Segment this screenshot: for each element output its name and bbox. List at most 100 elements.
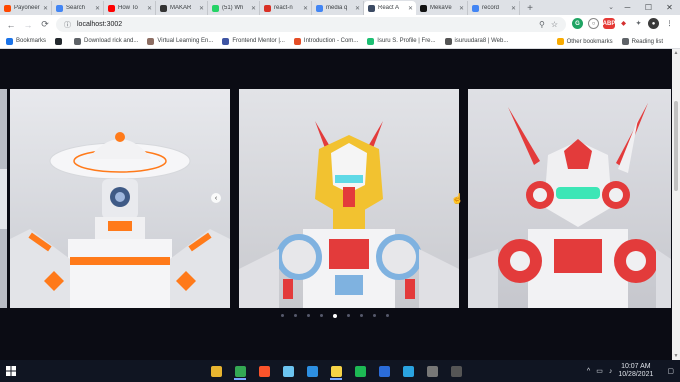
carousel-dot[interactable]	[333, 313, 337, 318]
tab-close-icon[interactable]: ✕	[303, 5, 308, 12]
carousel-dot[interactable]	[307, 314, 310, 317]
carousel-pagination	[281, 313, 399, 318]
tab-favicon-icon	[212, 4, 219, 12]
slide-robot-red-gundam[interactable]	[468, 89, 671, 308]
tab-label: media q	[326, 5, 348, 11]
tab-label: (51) Wh	[222, 5, 244, 11]
close-window-button[interactable]: ✕	[659, 0, 680, 15]
forward-button[interactable]: →	[21, 18, 35, 32]
browser-tab[interactable]: media q ✕	[312, 1, 364, 15]
address-bar[interactable]: ⓘ localhost:3002 ⚲ ☆	[56, 17, 566, 32]
bookmark-item[interactable]: Frontend Mentor |...	[222, 37, 285, 45]
browser-tab[interactable]: Search ✕	[52, 1, 104, 15]
spotify-icon	[354, 365, 366, 377]
bookmark-item[interactable]: Virtual Learning En...	[147, 37, 214, 45]
bookmark-item[interactable]: Bookmarks	[6, 37, 46, 45]
scroll-up-icon[interactable]: ▲	[672, 50, 680, 56]
bookmark-star-icon[interactable]: ☆	[551, 20, 558, 29]
carousel-dot[interactable]	[373, 314, 376, 317]
bookmark-extension-icon[interactable]: ◆	[618, 18, 629, 29]
robot-red-gundam-image	[468, 89, 671, 308]
carousel-prev-arrow-icon[interactable]: ‹	[211, 193, 221, 203]
tab-close-icon[interactable]: ✕	[355, 5, 360, 12]
reload-button[interactable]: ⟳	[38, 18, 52, 32]
taskbar-app[interactable]	[399, 362, 417, 380]
zoom-search-icon[interactable]: ⚲	[539, 20, 545, 29]
notification-icon[interactable]: ▢	[667, 367, 674, 375]
tab-close-icon[interactable]: ✕	[95, 5, 100, 12]
tab-close-icon[interactable]: ✕	[43, 5, 48, 12]
bookmark-item[interactable]: isuruudara8 | Web...	[444, 37, 508, 45]
adblock-extension-icon[interactable]: ABP	[603, 18, 615, 29]
carousel-dot[interactable]	[320, 314, 323, 317]
maximize-button[interactable]: ☐	[638, 0, 659, 15]
bookmark-item-right[interactable]: Other bookmarks	[556, 38, 613, 45]
bookmark-label: Virtual Learning En...	[157, 38, 214, 44]
browser-tab[interactable]: react-n ✕	[260, 1, 312, 15]
tab-close-icon[interactable]: ✕	[147, 5, 152, 12]
bookmark-item[interactable]: Download rick and...	[74, 37, 138, 45]
taskbar-app[interactable]	[351, 362, 369, 380]
bookmark-label: Isuru S. Profile | Fre...	[377, 38, 436, 44]
taskbar-app[interactable]	[231, 362, 249, 380]
chrome-menu-icon[interactable]: ⋮	[664, 18, 675, 29]
taskbar-app[interactable]	[255, 362, 273, 380]
taskbar-app[interactable]	[447, 362, 465, 380]
sticky-notes-icon	[330, 365, 342, 377]
tab-favicon-icon	[4, 4, 11, 12]
robot-yellow-gundam-image	[239, 89, 459, 308]
browser-tab[interactable]: React A ✕	[364, 1, 416, 15]
tray-overflow-icon[interactable]: ^	[587, 368, 590, 375]
tab-close-icon[interactable]: ✕	[511, 5, 516, 12]
tab-search-icon[interactable]: ⌄	[608, 3, 614, 11]
bookmark-item-right[interactable]: Reading list	[621, 38, 663, 45]
carousel-dot[interactable]	[386, 314, 389, 317]
reading-list-icon	[621, 38, 629, 45]
globe-icon	[74, 37, 82, 45]
tab-label: React A	[378, 5, 400, 11]
bookmark-item[interactable]: Introduction - Com...	[293, 37, 358, 45]
tab-close-icon[interactable]: ✕	[251, 5, 256, 12]
slide-robot-yellow-gundam[interactable]	[239, 89, 459, 308]
tab-favicon-icon	[472, 4, 479, 12]
grammarly-extension-icon[interactable]: G	[572, 18, 583, 29]
browser-tab[interactable]: Payoneer ✕	[0, 1, 52, 15]
new-tab-button[interactable]: +	[523, 1, 537, 15]
start-button[interactable]	[0, 360, 22, 382]
profile-avatar[interactable]: ●	[648, 18, 659, 29]
extensions-puzzle-icon[interactable]: ✦	[633, 18, 644, 29]
scroll-down-icon[interactable]: ▼	[672, 353, 680, 359]
taskbar-app[interactable]	[423, 362, 441, 380]
browser-tab[interactable]: How To ✕	[104, 1, 156, 15]
back-button[interactable]: ←	[4, 18, 18, 32]
carousel-dot[interactable]	[360, 314, 363, 317]
minimize-button[interactable]: ─	[617, 0, 638, 15]
tab-close-icon[interactable]: ✕	[459, 5, 464, 12]
taskbar-app[interactable]	[279, 362, 297, 380]
carousel-dot[interactable]	[281, 314, 284, 317]
taskbar-clock[interactable]: 10:07 AM 10/28/2021	[618, 363, 659, 379]
bookmark-item[interactable]	[55, 37, 65, 45]
taskbar-app[interactable]	[303, 362, 321, 380]
taskbar-app[interactable]	[375, 362, 393, 380]
scrollbar-thumb[interactable]	[674, 101, 678, 191]
page-scrollbar[interactable]: ▲ ▼	[672, 49, 680, 360]
browser-tab[interactable]: MAKAR ✕	[156, 1, 208, 15]
carousel-dot[interactable]	[347, 314, 350, 317]
extension-circle-icon[interactable]: ○	[588, 18, 599, 29]
tab-close-icon[interactable]: ✕	[199, 5, 204, 12]
tab-favicon-icon	[420, 4, 427, 12]
taskbar-app[interactable]	[207, 362, 225, 380]
chrome-icon	[234, 365, 246, 377]
network-icon[interactable]: ▭	[596, 367, 603, 375]
taskbar-app[interactable]	[327, 362, 345, 380]
carousel-dot[interactable]	[294, 314, 297, 317]
bookmark-item[interactable]: Isuru S. Profile | Fre...	[367, 37, 436, 45]
site-info-icon[interactable]: ⓘ	[64, 20, 71, 30]
volume-icon[interactable]: ♪	[609, 368, 613, 375]
browser-tab[interactable]: record ✕	[468, 1, 520, 15]
slide-robot-white-hat[interactable]	[10, 89, 230, 308]
browser-tab[interactable]: MekaVe ✕	[416, 1, 468, 15]
tab-close-icon[interactable]: ✕	[408, 5, 413, 12]
browser-tab[interactable]: (51) Wh ✕	[208, 1, 260, 15]
